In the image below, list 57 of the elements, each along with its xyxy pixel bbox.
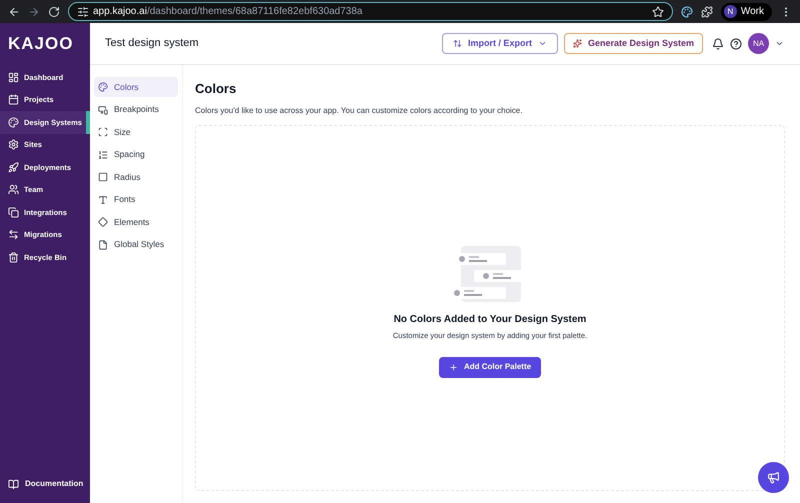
back-icon[interactable] [8,6,20,18]
sparkles-icon [572,39,582,48]
subnav-item[interactable]: Spacing [94,144,178,164]
extensions-icon[interactable] [700,6,713,18]
subnav-item[interactable]: Colors [94,77,178,97]
plus-icon [448,362,458,372]
forward-icon[interactable] [28,6,40,18]
subnav-item[interactable]: Global Styles [94,234,178,254]
book-icon [8,478,19,490]
generate-button[interactable]: Generate Design System [564,33,703,54]
profile-label: Work [740,5,764,19]
subnav-item[interactable]: Breakpoints [94,100,178,120]
bookmark-icon[interactable] [652,6,664,18]
add-color-palette-button[interactable]: Add Color Palette [438,356,542,378]
subnav-item[interactable]: Elements [94,212,178,232]
page-title: Test design system [105,36,199,52]
text-icon [98,194,108,204]
announcement-button[interactable] [758,462,789,493]
logo: KAJOO [7,33,74,56]
documentation-link[interactable]: Documentation [0,473,90,495]
users-icon [8,184,19,196]
url-text: app.kajoo.ai/dashboard/themes/68a87116fe82ebf630ad738a [93,5,362,19]
megaphone-icon [767,471,780,484]
file-icon [98,240,108,250]
subnav-item[interactable]: Fonts [94,190,178,210]
chevron-down-icon [538,39,547,48]
address-bar[interactable]: app.kajoo.ai/dashboard/themes/68a87116fe82ebf630ad738a [68,2,673,21]
devices-icon [98,104,108,114]
chevron-down-icon[interactable] [775,39,784,48]
copy-icon [8,206,19,218]
section-title: Colors [195,80,238,98]
scan-icon [98,127,108,137]
dashboard-icon [8,72,19,83]
rocket-icon [8,162,19,173]
profile-button[interactable]: N Work [720,2,772,20]
diamond-icon [98,217,108,227]
calendar-icon [8,94,19,106]
help-icon[interactable] [730,38,742,50]
gear-icon [8,139,19,150]
site-info-icon[interactable] [77,6,89,18]
subnav-item[interactable]: Size [94,122,178,142]
notification-icon[interactable] [712,38,724,50]
user-avatar[interactable]: NA [748,33,769,54]
subnav-item[interactable]: Radius [94,167,178,187]
profile-avatar: N [724,5,737,18]
palette-icon [8,116,19,128]
arrows-icon [8,229,19,240]
import-export-button[interactable]: Import / Export [442,33,558,54]
section-description: Colors you'd like to use across your app. You can customize colors according to your choice. [195,104,524,116]
sort-arrows-icon [452,39,462,48]
square-icon [98,172,108,182]
reload-icon[interactable] [48,6,60,18]
list-icon [98,150,108,160]
extension-icon[interactable] [680,6,693,18]
palette-icon [98,82,108,92]
empty-state-title: No Colors Added to Your Design System [394,312,586,326]
trash-icon [8,252,19,263]
